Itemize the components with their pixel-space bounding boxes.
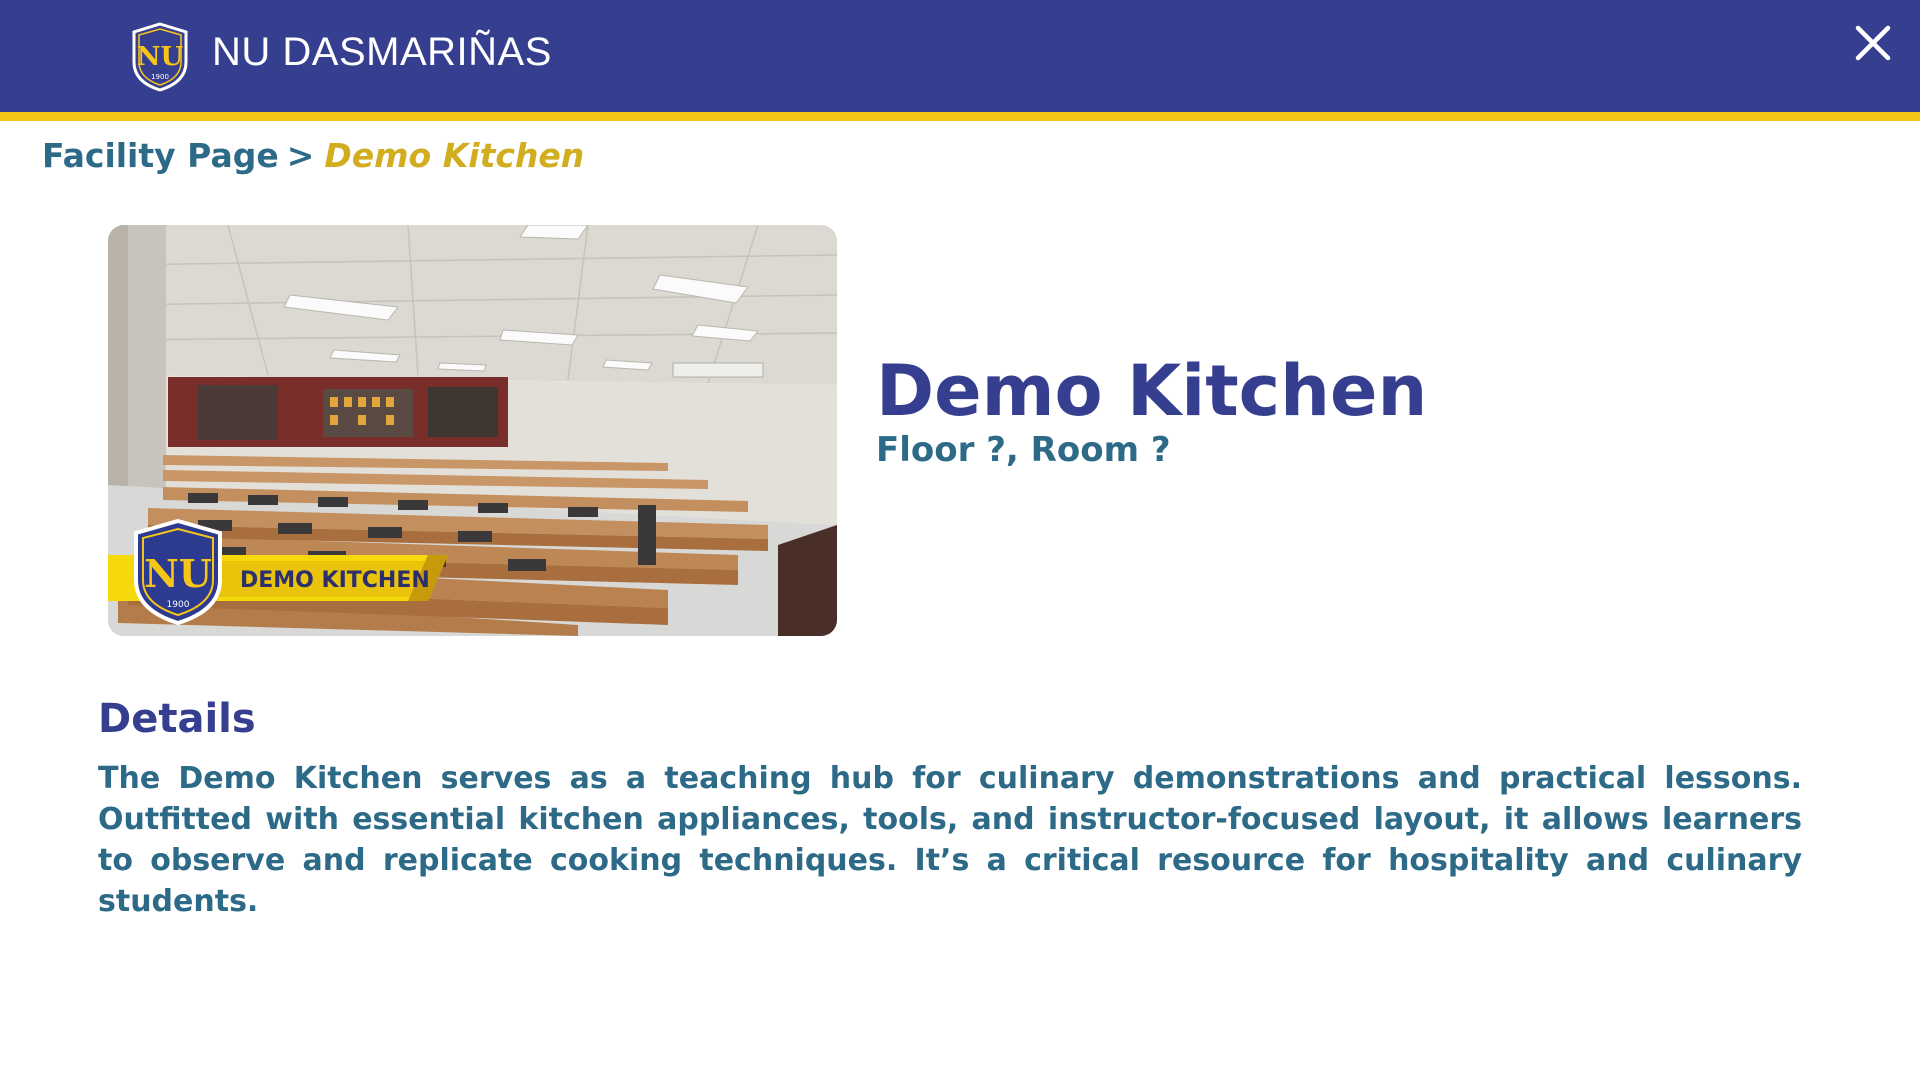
photo-banner-label: DEMO KITCHEN xyxy=(240,568,430,593)
logo-year: 1900 xyxy=(151,73,169,81)
top-header: NU 1900 NU DASMARIÑAS xyxy=(0,0,1920,121)
svg-text:NU: NU xyxy=(144,551,212,596)
photo-logo-year: 1900 xyxy=(167,600,190,610)
breadcrumb-current: Demo Kitchen xyxy=(324,136,585,175)
close-icon[interactable] xyxy=(1852,22,1894,64)
details-heading: Details xyxy=(98,696,256,742)
facility-photo: DEMO KITCHEN NU 1900 xyxy=(108,225,837,636)
facility-location: Floor ?, Room ? xyxy=(876,430,1171,470)
breadcrumb-facility-page[interactable]: Facility Page xyxy=(42,136,279,175)
breadcrumb-separator: > xyxy=(286,136,315,175)
details-description: The Demo Kitchen serves as a teaching hu… xyxy=(98,761,1802,919)
facility-title: Demo Kitchen xyxy=(876,350,1428,432)
brand-title: NU DASMARIÑAS xyxy=(212,30,552,74)
svg-text:NU: NU xyxy=(137,42,184,72)
nu-logo-icon[interactable]: NU 1900 xyxy=(130,22,190,92)
breadcrumb: Facility Page > Demo Kitchen xyxy=(42,136,584,175)
